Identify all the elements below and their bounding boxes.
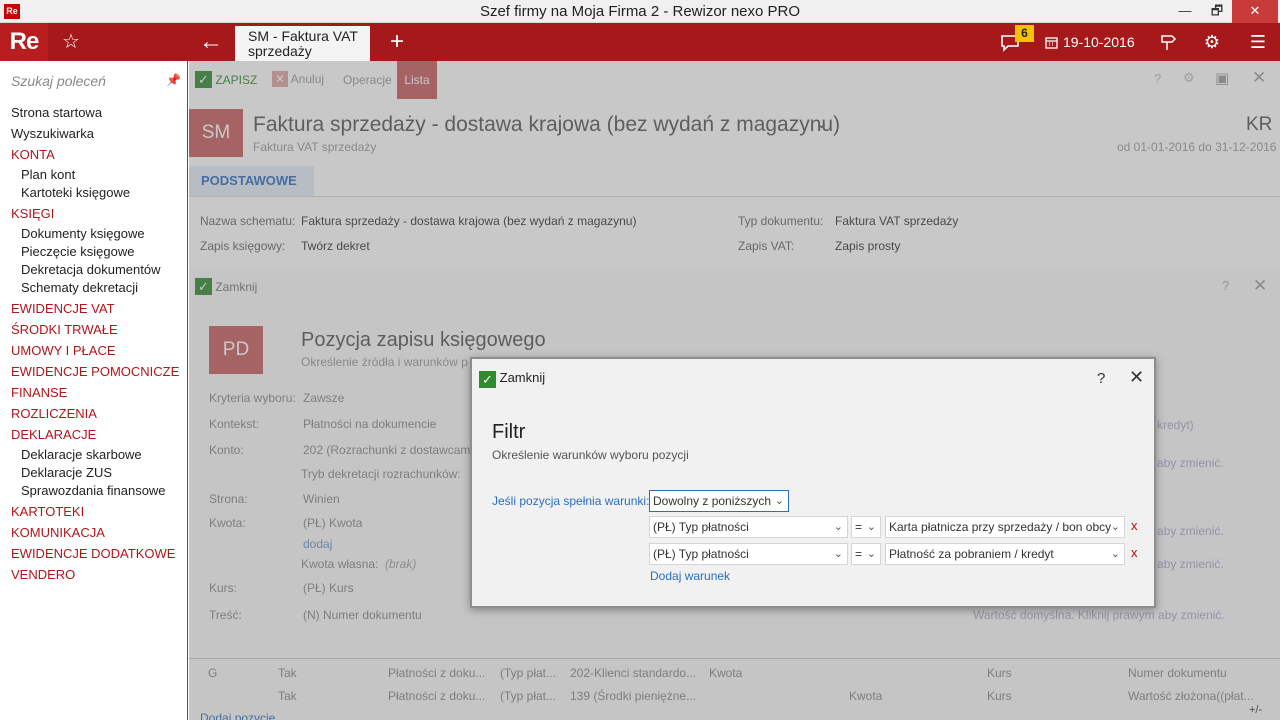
sidebar-item[interactable]: KSIĘGI	[11, 206, 54, 221]
app-topbar: Re ☆ ← + 19-10-2016 ⚙ ☰	[0, 23, 1280, 61]
sidebar-item[interactable]: EWIDENCJE POMOCNICZE	[11, 364, 179, 379]
back-arrow-icon[interactable]: ←	[196, 23, 226, 61]
gear-icon[interactable]: ⚙	[1200, 23, 1224, 61]
sidebar-item[interactable]: Kartoteki księgowe	[21, 185, 130, 200]
rule-value-select[interactable]: Płatność za pobraniem / kredyt ⌄	[885, 543, 1125, 565]
rule-field-select[interactable]: (PŁ) Typ płatności ⌄	[649, 516, 848, 538]
search-input[interactable]: Szukaj poleceń	[11, 73, 106, 89]
rule-value-text: Karta płatnicza przy sprzedaży / bon obc…	[889, 520, 1112, 534]
sidebar-item[interactable]: KOMUNIKACJA	[11, 525, 105, 540]
sidebar-item[interactable]: Wyszukiwarka	[11, 126, 94, 141]
dialog-close-button[interactable]: ✓ Zamknij	[479, 370, 545, 388]
rule-operator-select[interactable]: = ⌄	[851, 516, 881, 538]
sidebar-item[interactable]: KARTOTEKI	[11, 504, 84, 519]
tab-document[interactable]: SM - Faktura VAT sprzedaży	[235, 26, 370, 61]
current-date[interactable]: 19-10-2016	[1063, 23, 1143, 61]
chevron-down-icon: ⌄	[833, 548, 843, 560]
check-icon: ✓	[479, 371, 496, 388]
chevron-down-icon: ⌄	[866, 548, 876, 560]
sidebar-item[interactable]: Pieczęcie księgowe	[21, 244, 134, 259]
dialog-close-icon[interactable]: ✕	[1129, 367, 1144, 388]
sidebar-item[interactable]: VENDERO	[11, 567, 75, 582]
dialog-title: Filtr	[492, 421, 526, 443]
dialog-close-label: Zamknij	[499, 370, 546, 385]
sidebar-item[interactable]: UMOWY I PŁACE	[11, 343, 116, 358]
sidebar-item[interactable]: ROZLICZENIA	[11, 406, 97, 421]
chevron-down-icon: ⌄	[866, 521, 876, 533]
signpost-icon[interactable]	[1157, 23, 1179, 61]
chevron-down-icon: ⌄	[774, 495, 784, 507]
sidebar-item[interactable]: Schematy dekretacji	[21, 280, 138, 295]
sidebar-item[interactable]: ŚRODKI TRWAŁE	[11, 322, 118, 337]
window-title: Szef firmy na Moja Firma 2 - Rewizor nex…	[479, 3, 801, 20]
rule-value-select[interactable]: Karta płatnicza przy sprzedaży / bon obc…	[885, 516, 1125, 538]
rule-field-select[interactable]: (PŁ) Typ płatności ⌄	[649, 543, 848, 565]
star-icon[interactable]: ☆	[56, 23, 86, 61]
sidebar-item[interactable]: KONTA	[11, 147, 55, 162]
pin-icon[interactable]: 📌	[166, 73, 181, 87]
rule-field-value: (PŁ) Typ płatności	[653, 520, 749, 534]
sidebar-item[interactable]: Deklaracje skarbowe	[21, 447, 142, 462]
calendar-icon	[1042, 23, 1060, 61]
rule-operator-value: =	[855, 520, 863, 534]
sidebar-item[interactable]: DEKLARACJE	[11, 427, 96, 442]
maximize-button[interactable]: 🗗	[1202, 0, 1232, 23]
chevron-down-icon: ⌄	[833, 521, 843, 533]
rule-field-value: (PŁ) Typ płatności	[653, 547, 749, 561]
add-condition-link[interactable]: Dodaj warunek	[650, 569, 730, 583]
sidebar: Szukaj poleceń 📌 Strona startowa Wyszukiw…	[0, 61, 188, 720]
chevron-down-icon: ⌄	[1110, 521, 1120, 533]
menu-icon[interactable]: ☰	[1245, 23, 1271, 61]
sidebar-item[interactable]: Dokumenty księgowe	[21, 226, 145, 241]
condition-mode-value: Dowolny z poniższych	[653, 494, 772, 508]
rule-operator-value: =	[855, 547, 863, 561]
dialog-subtitle: Określenie warunków wyboru pozycji	[492, 448, 689, 462]
plus-icon[interactable]: +	[382, 23, 412, 61]
window-titlebar: Re Szef firmy na Moja Firma 2 - Rewizor …	[0, 0, 1280, 23]
minimize-button[interactable]: —	[1170, 0, 1200, 23]
close-window-button[interactable]: ✕	[1232, 0, 1278, 23]
dialog-help-icon[interactable]: ?	[1097, 370, 1105, 387]
re-logo[interactable]: Re	[0, 23, 48, 61]
sidebar-item[interactable]: EWIDENCJE DODATKOWE	[11, 546, 175, 561]
remove-rule-button[interactable]: x	[1131, 545, 1138, 560]
notification-badge[interactable]: 6	[1015, 25, 1034, 42]
sidebar-item[interactable]: Deklaracje ZUS	[21, 465, 112, 480]
chevron-down-icon: ⌄	[1110, 548, 1120, 560]
sidebar-item[interactable]: Sprawozdania finansowe	[21, 483, 166, 498]
condition-mode-select[interactable]: Dowolny z poniższych ⌄	[649, 490, 789, 512]
remove-rule-button[interactable]: x	[1131, 518, 1138, 533]
rule-value-text: Płatność za pobraniem / kredyt	[889, 547, 1054, 561]
sidebar-item[interactable]: Strona startowa	[11, 105, 102, 120]
sidebar-item[interactable]: EWIDENCJE VAT	[11, 301, 115, 316]
condition-label: Jeśli pozycja spełnia warunki:	[492, 494, 650, 508]
sidebar-item[interactable]: FINANSE	[11, 385, 67, 400]
sidebar-item[interactable]: Plan kont	[21, 167, 75, 182]
modal-overlay-1	[189, 61, 1280, 268]
sidebar-item[interactable]: Dekretacja dokumentów	[21, 262, 160, 277]
filter-dialog: ✓ Zamknij ? ✕ Filtr Określenie warunków …	[470, 357, 1156, 608]
rule-operator-select[interactable]: = ⌄	[851, 543, 881, 565]
